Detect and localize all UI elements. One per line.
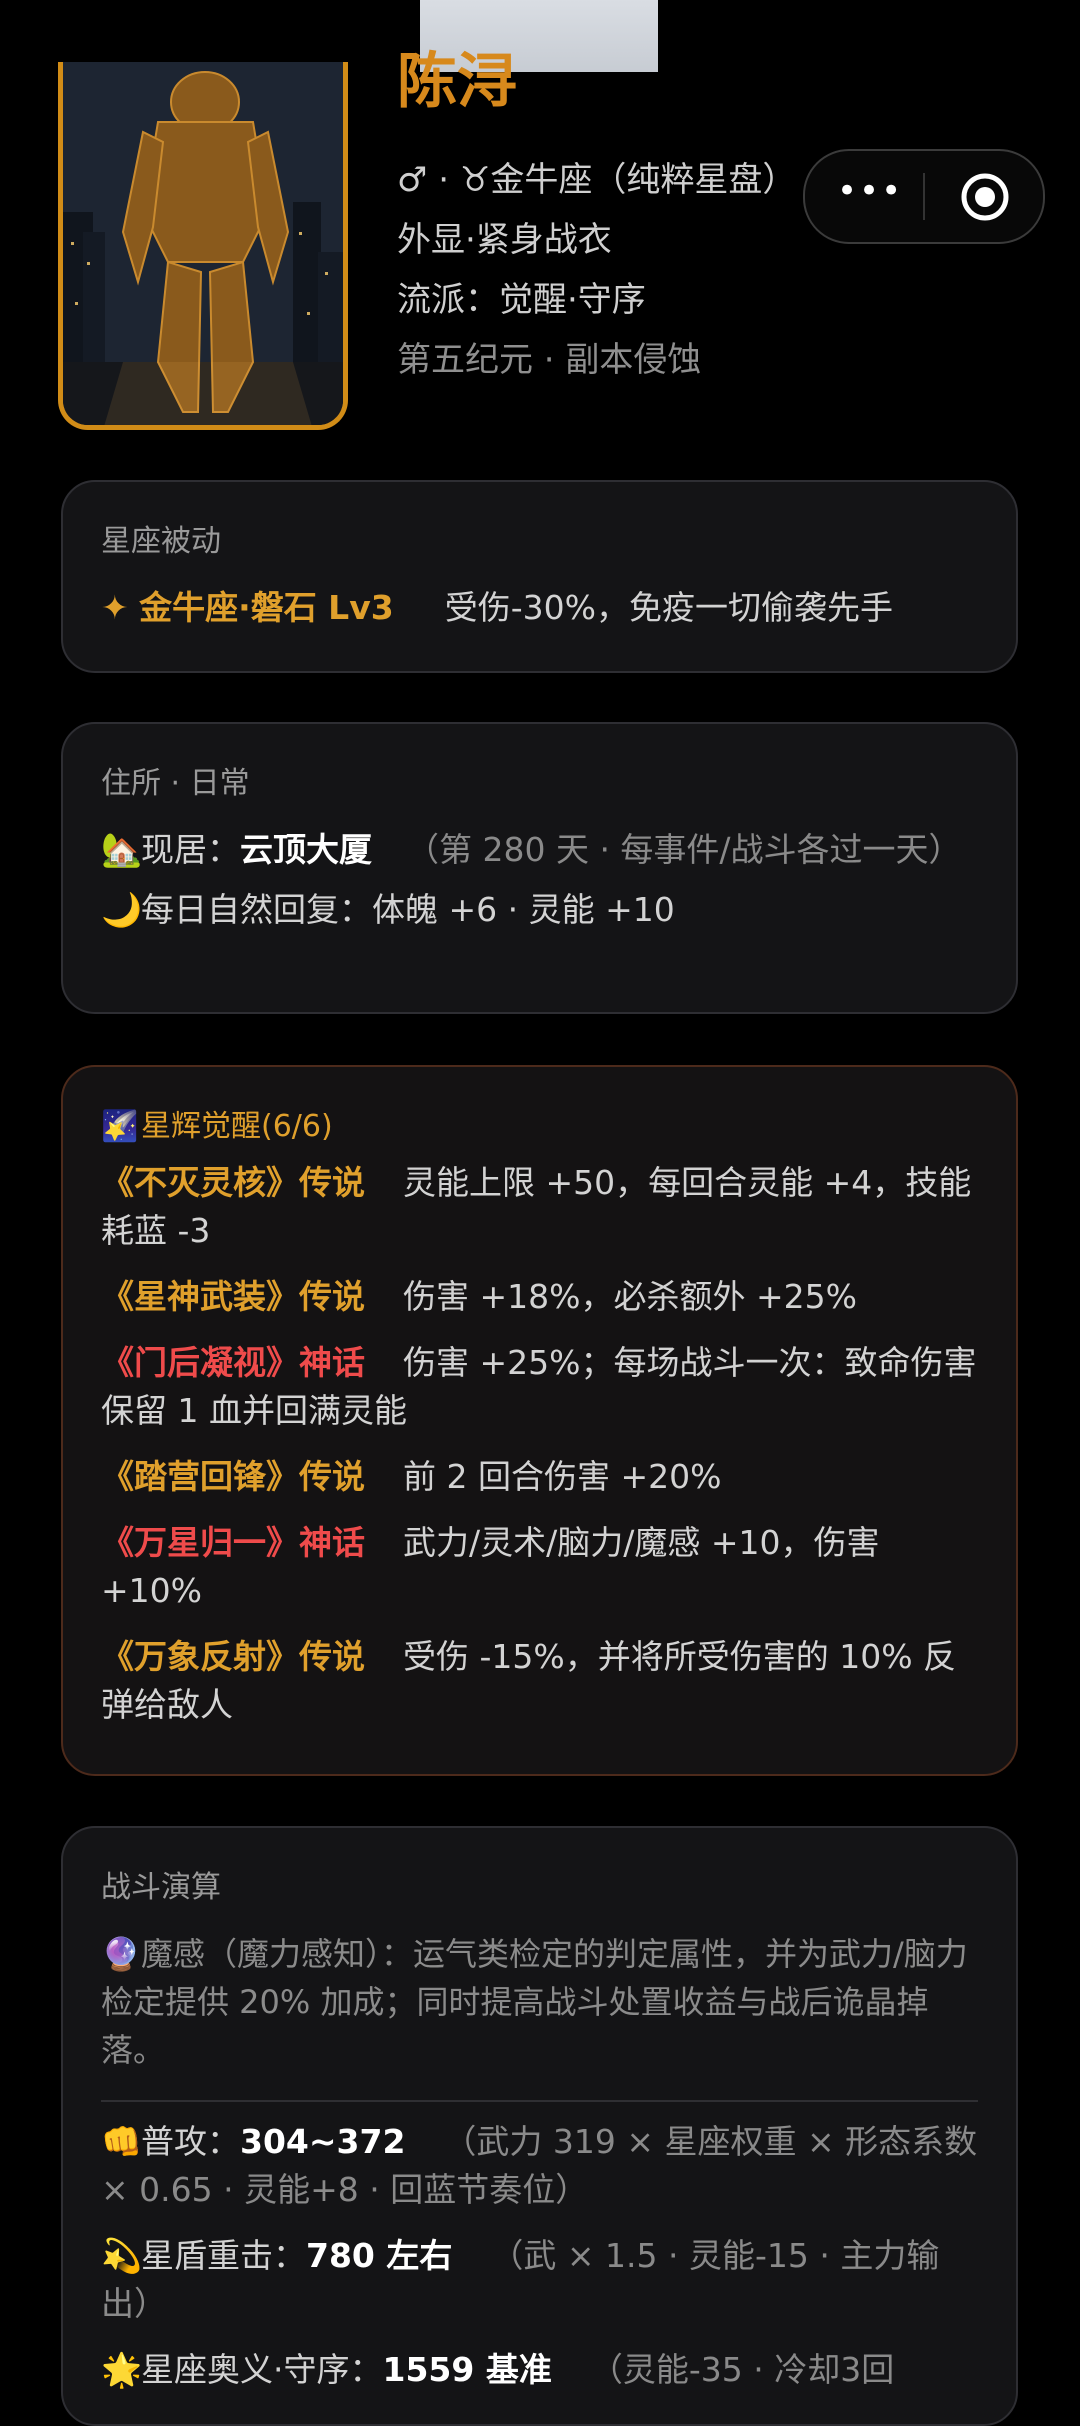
crystal-ball-icon: 🔮: [101, 1935, 141, 1973]
portrait-art: [63, 62, 343, 425]
home-place: 云顶大厦: [240, 830, 372, 869]
passive-desc: 受伤-30%，免疫一切偷袭先手: [444, 588, 893, 627]
awakening-item-name: 《不灭灵核》传说: [101, 1163, 365, 1202]
hero-gender-sign: ♂ · ♉金牛座（纯粹星盘）: [397, 160, 797, 200]
passive-name: 金牛座·磐石 Lv3: [139, 588, 394, 627]
close-icon: [961, 173, 1009, 221]
battle-card: 战斗演算 🔮魔感（魔力感知）：运气类检定的判定属性，并为武力/脑力检定提供 20…: [61, 1826, 1018, 2426]
shooting-star-icon: 🌠: [101, 1109, 139, 1144]
awakening-item: 《不灭灵核》传说 灵能上限 +50，每回合灵能 +4，技能耗蓝 -3: [101, 1159, 978, 1255]
passive-row: ✦ 金牛座·磐石 Lv3 受伤-30%，免疫一切偷袭先手: [101, 584, 978, 632]
battle-title: 战斗演算: [101, 1870, 221, 1905]
battle-row: 👊普攻：304~372 （武力 319 × 星座权重 × 形态系数 × 0.65 …: [101, 2118, 978, 2214]
awakening-item: 《万象反射》传说 受伤 -15%，并将所受伤害的 10% 反弹给敌人: [101, 1633, 978, 1729]
awakening-title: 星辉觉醒(6/6): [141, 1109, 333, 1144]
home-label: 现居：: [141, 830, 240, 869]
awakening-item-name: 《踏营回锋》传说: [101, 1457, 365, 1496]
star-icon: ✦: [101, 588, 129, 627]
passive-card: 星座被动 ✦ 金牛座·磐石 Lv3 受伤-30%，免疫一切偷袭先手: [61, 480, 1018, 673]
battle-row-note: （灵能-35 · 冷却3回: [589, 2350, 895, 2389]
more-button[interactable]: •••: [805, 151, 923, 242]
battle-row-label: 星座奥义·守序：: [141, 2350, 383, 2389]
awakening-card: 🌠星辉觉醒(6/6) 《不灭灵核》传说 灵能上限 +50，每回合灵能 +4，技能耗…: [61, 1065, 1018, 1776]
awakening-title-row: 🌠星辉觉醒(6/6): [101, 1101, 978, 1145]
awakening-item-name: 《万象反射》传说: [101, 1637, 365, 1676]
awakening-item-desc: 前 2 回合伤害 +20%: [403, 1457, 722, 1496]
battle-row-value: 304~372: [240, 2122, 406, 2161]
battle-intro-text: 魔感（魔力感知）：运气类检定的判定属性，并为武力/脑力检定提供 20% 加成；同…: [101, 1935, 968, 2069]
awakening-list: 《不灭灵核》传说 灵能上限 +50，每回合灵能 +4，技能耗蓝 -3 《星神武装》传…: [101, 1159, 978, 1729]
hero-school: 流派：觉醒·守序: [397, 280, 646, 320]
close-button[interactable]: [925, 151, 1043, 242]
awakening-item-name: 《万星归一》神话: [101, 1523, 365, 1562]
battle-divider: [101, 2100, 978, 2102]
battle-row: 🌟星座奥义·守序：1559 基准 （灵能-35 · 冷却3回: [101, 2346, 978, 2394]
battle-rows: 👊普攻：304~372 （武力 319 × 星座权重 × 形态系数 × 0.65 …: [101, 2118, 978, 2394]
moon-icon: 🌙: [101, 890, 143, 929]
battle-row: 💫星盾重击：780 左右 （武 × 1.5 · 灵能-15 · 主力输出）: [101, 2232, 978, 2328]
home-title: 住所 · 日常: [101, 766, 250, 801]
hero-name: 陈浔: [397, 47, 517, 117]
home-card: 住所 · 日常 🏡现居：云顶大厦 （第 280 天 · 每事件/战斗各过一天） 🌙…: [61, 722, 1018, 1014]
battle-row-value: 780 左右: [306, 2236, 453, 2275]
more-icon: •••: [837, 171, 904, 211]
awakening-item-name: 《星神武装》传说: [101, 1277, 365, 1316]
awakening-item-name: 《门后凝视》神话: [101, 1343, 365, 1382]
battle-intro: 🔮魔感（魔力感知）：运气类检定的判定属性，并为武力/脑力检定提供 20% 加成；…: [101, 1930, 978, 2074]
battle-row-value: 1559 基准: [382, 2350, 552, 2389]
miniprogram-capsule: •••: [803, 149, 1045, 244]
hero-era: 第五纪元 · 副本侵蚀: [397, 340, 702, 380]
battle-row-icon: 🌟: [101, 2350, 143, 2389]
home-daily: 每日自然回复：体魄 +6 · 灵能 +10: [141, 890, 675, 929]
home-daily-row: 🌙每日自然回复：体魄 +6 · 灵能 +10: [101, 886, 978, 934]
awakening-item: 《门后凝视》神话 伤害 +25%；每场战斗一次：致命伤害保留 1 血并回满灵能: [101, 1339, 978, 1435]
awakening-item: 《踏营回锋》传说前 2 回合伤害 +20%: [101, 1453, 978, 1501]
hero-portrait: [58, 62, 348, 430]
home-residence-row: 🏡现居：云顶大厦 （第 280 天 · 每事件/战斗各过一天）: [101, 826, 978, 874]
hero-outfit: 外显·紧身战衣: [397, 220, 612, 260]
battle-row-label: 星盾重击：: [141, 2236, 306, 2275]
awakening-item: 《星神武装》传说 伤害 +18%，必杀额外 +25%: [101, 1273, 978, 1321]
home-note: （第 280 天 · 每事件/战斗各过一天）: [406, 830, 962, 869]
awakening-item-desc: 伤害 +18%，必杀额外 +25%: [403, 1277, 857, 1316]
passive-title: 星座被动: [101, 524, 221, 559]
house-icon: 🏡: [101, 830, 143, 869]
awakening-item: 《万星归一》神话 武力/灵术/脑力/魔感 +10，伤害 +10%: [101, 1519, 978, 1615]
battle-row-icon: 👊: [101, 2122, 143, 2161]
battle-row-icon: 💫: [101, 2236, 143, 2275]
battle-row-label: 普攻：: [141, 2122, 240, 2161]
